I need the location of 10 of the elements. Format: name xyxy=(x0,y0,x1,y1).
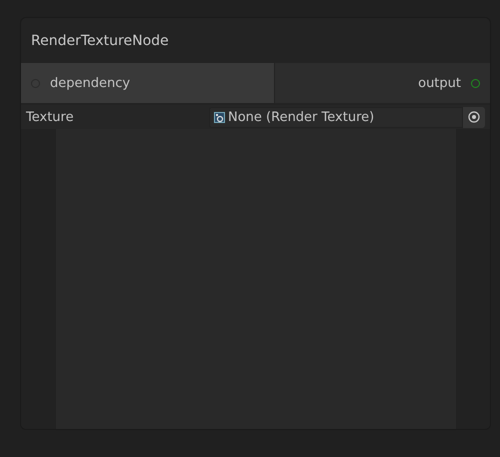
port-label: dependency xyxy=(50,76,130,90)
target-icon xyxy=(468,111,480,123)
texture-icon xyxy=(214,112,225,122)
output-port[interactable]: output xyxy=(275,63,490,103)
port-label: output xyxy=(418,76,461,90)
input-port[interactable]: dependency xyxy=(21,63,274,103)
object-field[interactable]: None (Render Texture) xyxy=(209,106,463,128)
field-label: Texture xyxy=(25,110,75,124)
node-title: RenderTextureNode xyxy=(30,32,170,50)
object-picker-button[interactable] xyxy=(463,106,485,128)
